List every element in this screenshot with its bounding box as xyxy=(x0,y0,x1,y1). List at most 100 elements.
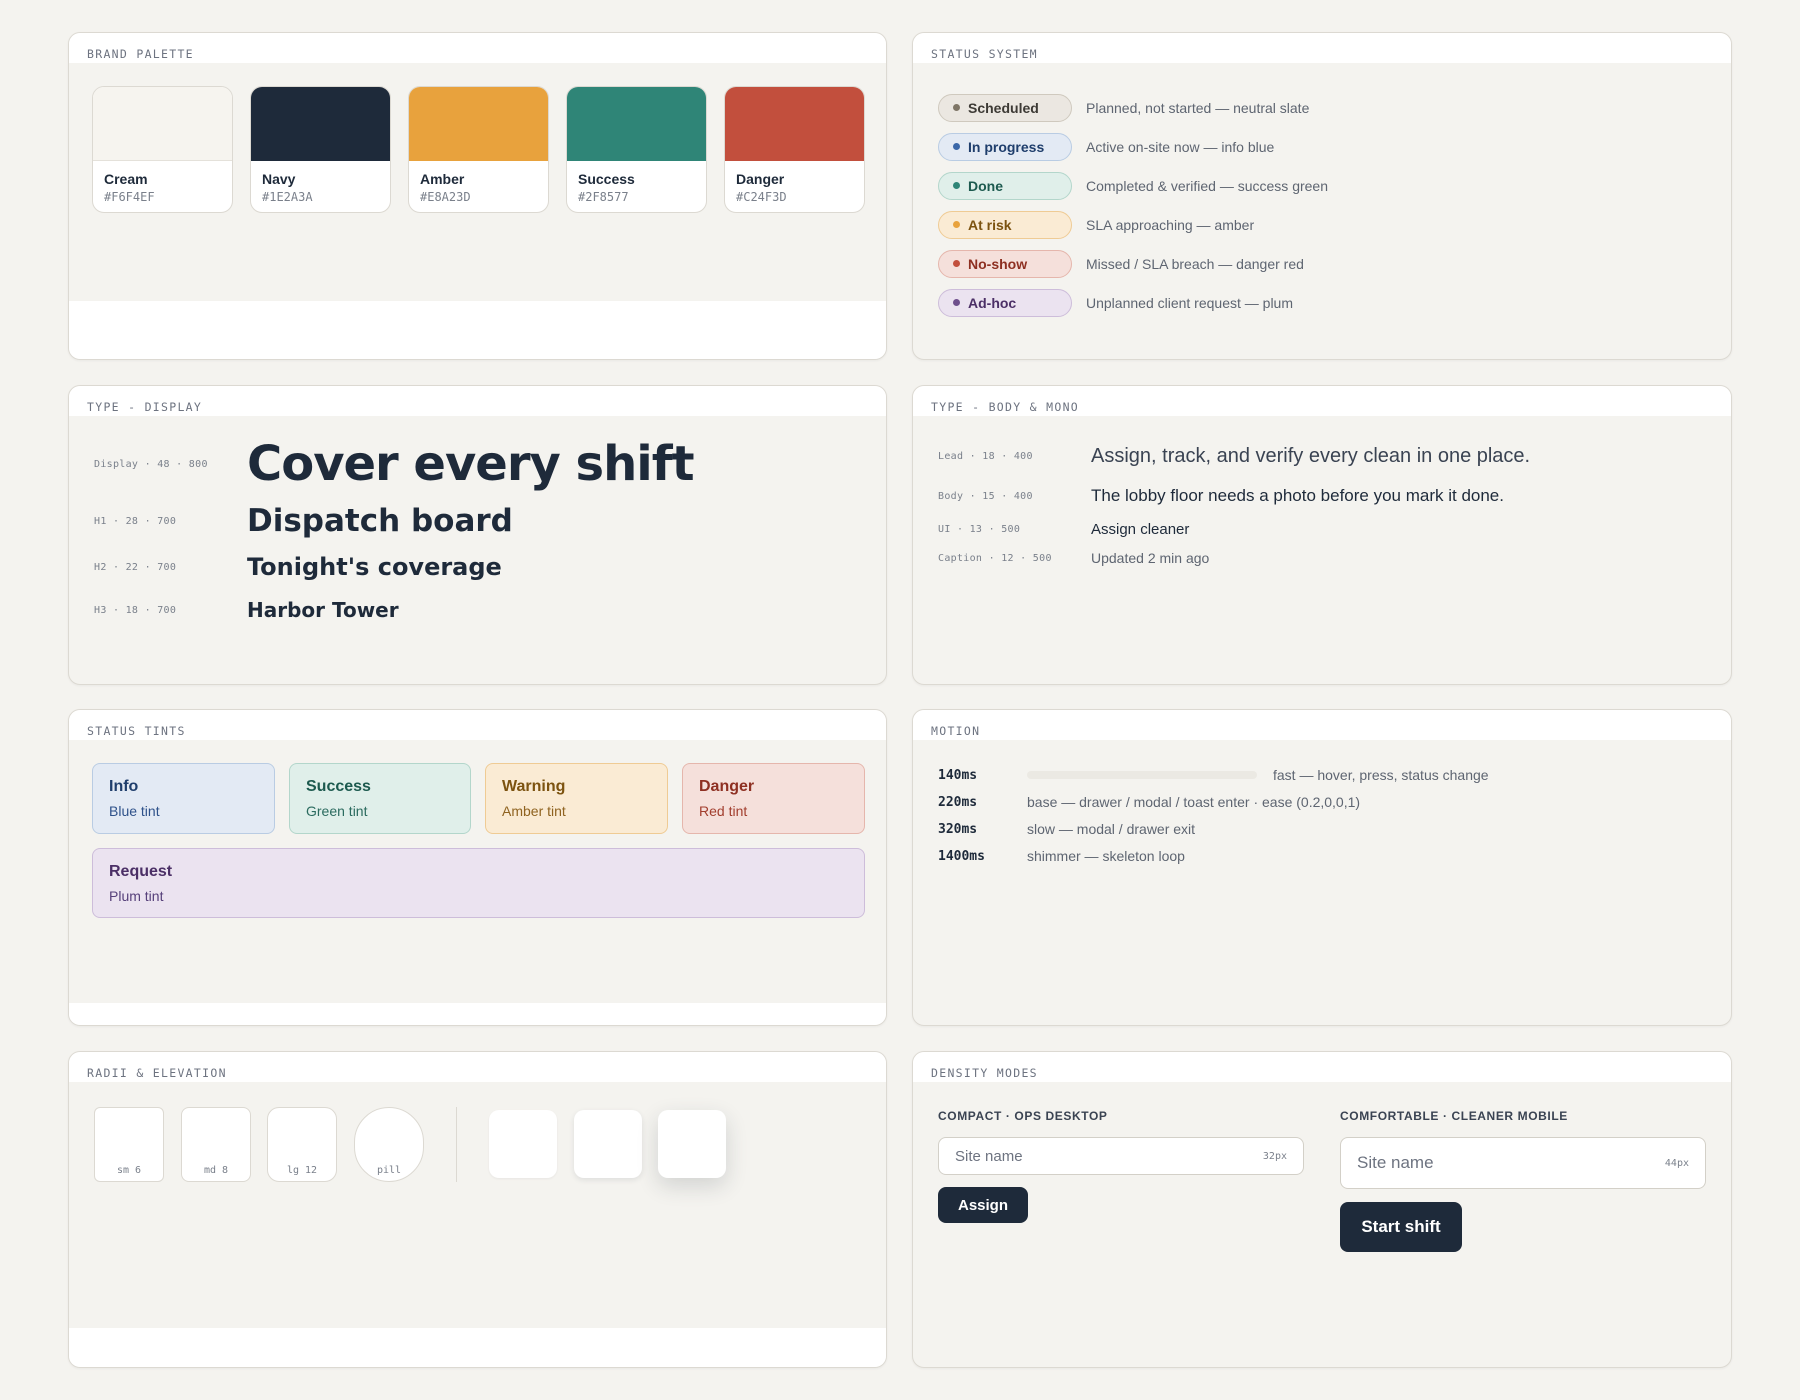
tint-subtitle: Plum tint xyxy=(109,888,164,904)
density-modes-card: DENSITY MODES COMPACT · OPS DESKTOP Site… xyxy=(912,1051,1732,1368)
status-description: Planned, not started — neutral slate xyxy=(1086,99,1310,116)
tint-title: Warning xyxy=(502,778,566,795)
tint-title: Info xyxy=(109,778,139,795)
type-sample-text: Harbor Tower xyxy=(247,598,399,622)
card-heading: DENSITY MODES xyxy=(913,1052,1731,1082)
type-spec-label: Caption · 12 · 500 xyxy=(938,552,1052,564)
status-pill-label: In progress xyxy=(968,138,1045,155)
type-sample-text: Assign cleaner xyxy=(1091,521,1190,538)
type-body-card: TYPE - BODY & MONO Lead · 18 · 400 Assig… xyxy=(912,385,1732,685)
type-sample-caption: Caption · 12 · 500 Updated 2 min ago xyxy=(938,550,1209,566)
density-label-comfortable: COMFORTABLE · CLEANER MOBILE xyxy=(1340,1109,1568,1123)
tint-info: Info Blue tint xyxy=(92,763,275,834)
status-pill-no-show: No-show xyxy=(938,249,1072,278)
card-heading: MOTION xyxy=(913,710,1731,740)
motion-card: MOTION 140ms fast — hover, press, status… xyxy=(912,709,1732,1026)
card-footer xyxy=(69,1003,886,1025)
density-label-compact: COMPACT · OPS DESKTOP xyxy=(938,1109,1108,1123)
swatch-name: Navy xyxy=(262,171,296,187)
swatch-cream: Cream #F6F4EF xyxy=(92,86,233,213)
status-row: In progress Active on-site now — info bl… xyxy=(938,127,1328,166)
elevation-sample-1 xyxy=(489,1110,557,1178)
radius-label: sm 6 xyxy=(116,1165,142,1176)
type-sample-display: Display · 48 · 800 Cover every shift xyxy=(94,436,695,492)
swatch-chip xyxy=(93,87,232,161)
swatch-list: Cream #F6F4EF Navy #1E2A3A Amber #E8A23D Su… xyxy=(92,86,865,213)
motion-description: slow — modal / drawer exit xyxy=(1027,821,1196,837)
status-description: Unplanned client request — plum xyxy=(1086,294,1294,311)
swatch-name: Amber xyxy=(420,171,465,187)
swatch-amber: Amber #E8A23D xyxy=(408,86,549,213)
status-description: Completed & verified — success green xyxy=(1086,177,1328,194)
tint-subtitle: Red tint xyxy=(699,803,748,819)
input-placeholder: Site name xyxy=(955,1147,1023,1165)
status-list: Scheduled Planned, not started — neutral… xyxy=(938,88,1328,322)
type-spec-label: Body · 15 · 400 xyxy=(938,490,1033,502)
motion-row-slow: 320ms slow — modal / drawer exit xyxy=(938,819,1195,839)
motion-row-base: 220ms base — drawer / modal / toast ente… xyxy=(938,792,1360,812)
card-footer xyxy=(69,301,886,359)
status-pill-in-progress: In progress xyxy=(938,132,1072,161)
type-sample-h2: H2 · 22 · 700 Tonight's coverage xyxy=(94,553,502,581)
radius-sample-lg: lg 12 xyxy=(267,1107,337,1182)
tint-title: Request xyxy=(109,863,173,880)
tint-warning: Warning Amber tint xyxy=(485,763,668,834)
type-sample-text: Dispatch board xyxy=(247,503,513,539)
elevation-sample-3 xyxy=(658,1110,726,1178)
motion-duration: 220ms xyxy=(938,794,978,810)
type-sample-ui: UI · 13 · 500 Assign cleaner xyxy=(938,521,1189,538)
radius-label: pill xyxy=(376,1165,402,1176)
card-heading: STATUS SYSTEM xyxy=(913,33,1731,63)
radius-sample-sm: sm 6 xyxy=(94,1107,164,1182)
start-shift-button[interactable]: Start shift xyxy=(1340,1202,1462,1252)
status-row: Done Completed & verified — success gree… xyxy=(938,166,1328,205)
type-spec-label: H2 · 22 · 700 xyxy=(94,561,177,573)
status-row: No-show Missed / SLA breach — danger red xyxy=(938,244,1328,283)
motion-demo-bar[interactable] xyxy=(1027,771,1257,779)
swatch-hex: #C24F3D xyxy=(736,190,787,204)
status-pill-label: Scheduled xyxy=(968,99,1039,116)
tint-subtitle: Blue tint xyxy=(109,803,160,819)
swatch-chip xyxy=(251,87,390,161)
swatch-chip xyxy=(725,87,864,161)
tint-title: Danger xyxy=(699,778,755,795)
motion-description: fast — hover, press, status change xyxy=(1273,767,1489,783)
status-system-card: STATUS SYSTEM Scheduled Planned, not sta… xyxy=(912,32,1732,360)
status-description: Active on-site now — info blue xyxy=(1086,138,1275,155)
status-dot-icon xyxy=(953,104,960,111)
status-pill-ad-hoc: Ad-hoc xyxy=(938,288,1072,317)
status-dot-icon xyxy=(953,260,960,267)
tint-danger: Danger Red tint xyxy=(682,763,865,834)
card-heading: STATUS TINTS xyxy=(69,710,886,740)
type-sample-text: Updated 2 min ago xyxy=(1091,550,1210,566)
status-pill-at-risk: At risk xyxy=(938,210,1072,239)
card-heading: TYPE - BODY & MONO xyxy=(913,386,1731,416)
type-sample-h3: H3 · 18 · 700 Harbor Tower xyxy=(94,598,399,622)
radius-sample-pill: pill xyxy=(354,1107,424,1182)
swatch-navy: Navy #1E2A3A xyxy=(250,86,391,213)
swatch-hex: #F6F4EF xyxy=(104,190,155,204)
input-size-label: 44px xyxy=(1664,1157,1689,1169)
status-description: SLA approaching — amber xyxy=(1086,216,1255,233)
status-pill-scheduled: Scheduled xyxy=(938,93,1072,122)
swatch-name: Success xyxy=(578,171,635,187)
motion-row-fast: 140ms fast — hover, press, status change xyxy=(938,765,1489,785)
site-name-input-comfortable[interactable]: Site name 44px xyxy=(1340,1137,1706,1189)
swatch-hex: #1E2A3A xyxy=(262,190,313,204)
tint-subtitle: Green tint xyxy=(306,803,368,819)
status-dot-icon xyxy=(953,143,960,150)
swatch-name: Danger xyxy=(736,171,785,187)
type-display-card: TYPE - DISPLAY Display · 48 · 800 Cover … xyxy=(68,385,887,685)
motion-row-shimmer: 1400ms shimmer — skeleton loop xyxy=(938,846,1185,866)
assign-button[interactable]: Assign xyxy=(938,1187,1028,1223)
status-tints-card: STATUS TINTS Info Blue tint Success Gree… xyxy=(68,709,887,1026)
tint-subtitle: Amber tint xyxy=(502,803,566,819)
card-footer xyxy=(69,1328,886,1367)
status-dot-icon xyxy=(953,221,960,228)
type-spec-label: Lead · 18 · 400 xyxy=(938,451,1033,462)
site-name-input-compact[interactable]: Site name 32px xyxy=(938,1137,1304,1175)
swatch-hex: #2F8577 xyxy=(578,190,629,204)
status-row: Ad-hoc Unplanned client request — plum xyxy=(938,283,1328,322)
radius-label: md 8 xyxy=(203,1165,229,1176)
status-row: At risk SLA approaching — amber xyxy=(938,205,1328,244)
